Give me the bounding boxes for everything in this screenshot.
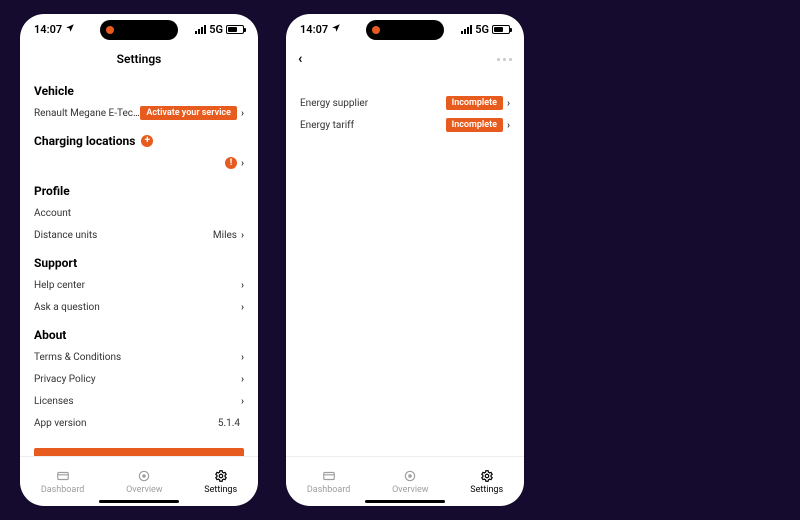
signal-icon — [195, 25, 206, 34]
tab-overview[interactable]: Overview — [126, 469, 162, 495]
tab-overview[interactable]: Overview — [392, 469, 428, 495]
incomplete-badge: Incomplete — [446, 118, 503, 132]
section-support: Support — [34, 256, 244, 270]
row-privacy[interactable]: Privacy Policy › — [34, 368, 244, 390]
chevron-right-icon: › — [241, 108, 244, 119]
page-title: Settings — [117, 52, 162, 66]
row-energy-supplier[interactable]: Energy supplier Incomplete › — [300, 92, 510, 114]
battery-icon — [226, 25, 244, 34]
row-ask-question[interactable]: Ask a question › — [34, 296, 244, 318]
back-button[interactable]: ‹ — [298, 51, 302, 67]
chevron-right-icon: › — [241, 396, 244, 407]
vehicle-name: Renault Megane E-Tech… — [34, 108, 140, 119]
sign-out-button[interactable]: Sign out — [34, 448, 244, 456]
overview-icon — [403, 469, 417, 483]
section-vehicle: Vehicle — [34, 84, 244, 98]
signal-icon — [461, 25, 472, 34]
row-app-version: App version 5.1.4 — [34, 412, 244, 434]
activate-service-button[interactable]: Activate your service — [140, 106, 237, 120]
chevron-right-icon: › — [241, 230, 244, 241]
settings-content: Vehicle Renault Megane E-Tech… Activate … — [20, 74, 258, 456]
chevron-right-icon: › — [507, 120, 510, 131]
version-value: 5.1.4 — [218, 418, 240, 429]
tab-settings[interactable]: Settings — [470, 469, 503, 495]
dashboard-icon — [56, 469, 70, 483]
dynamic-island — [366, 20, 444, 40]
warning-icon: ! — [225, 157, 237, 169]
status-time: 14:07 — [300, 23, 328, 36]
more-button[interactable] — [497, 58, 512, 61]
dashboard-icon — [322, 469, 336, 483]
row-vehicle[interactable]: Renault Megane E-Tech… Activate your ser… — [34, 102, 244, 124]
add-location-button[interactable]: + — [141, 135, 153, 147]
status-bar: 14:07 5G — [286, 14, 524, 44]
settings-icon — [214, 469, 228, 483]
row-account[interactable]: Account — [34, 202, 244, 224]
tab-dashboard[interactable]: Dashboard — [41, 469, 85, 495]
status-time: 14:07 — [34, 23, 62, 36]
chevron-right-icon: › — [507, 98, 510, 109]
status-bar: 14:07 5G — [20, 14, 258, 44]
settings-icon — [480, 469, 494, 483]
home-indicator — [365, 500, 445, 503]
location-icon — [65, 23, 75, 36]
row-energy-tariff[interactable]: Energy tariff Incomplete › — [300, 114, 510, 136]
section-profile: Profile — [34, 184, 244, 198]
chevron-right-icon: › — [241, 158, 244, 169]
section-about: About — [34, 328, 244, 342]
tab-dashboard[interactable]: Dashboard — [307, 469, 351, 495]
distance-value: Miles — [213, 230, 237, 241]
network-label: 5G — [475, 23, 489, 36]
network-label: 5G — [209, 23, 223, 36]
dynamic-island — [100, 20, 178, 40]
overview-icon — [137, 469, 151, 483]
row-charging-alert[interactable]: ! › — [34, 152, 244, 174]
chevron-right-icon: › — [241, 352, 244, 363]
row-help-center[interactable]: Help center › — [34, 274, 244, 296]
section-charging: Charging locations + — [34, 134, 244, 148]
chevron-right-icon: › — [241, 374, 244, 385]
location-icon — [331, 23, 341, 36]
battery-icon — [492, 25, 510, 34]
energy-content: Energy supplier Incomplete › Energy tari… — [286, 74, 524, 456]
nav-header: ‹ — [286, 44, 524, 74]
phone-energy: 14:07 5G ‹ Energy supplier Incomplete › — [286, 14, 524, 506]
chevron-right-icon: › — [241, 302, 244, 313]
nav-header: Settings — [20, 44, 258, 74]
tab-settings[interactable]: Settings — [204, 469, 237, 495]
phone-settings: 14:07 5G Settings Vehicle Renault Megane… — [20, 14, 258, 506]
tab-bar: Dashboard Overview Settings — [286, 456, 524, 506]
incomplete-badge: Incomplete — [446, 96, 503, 110]
row-terms[interactable]: Terms & Conditions › — [34, 346, 244, 368]
row-licenses[interactable]: Licenses › — [34, 390, 244, 412]
chevron-right-icon: › — [241, 280, 244, 291]
home-indicator — [99, 500, 179, 503]
tab-bar: Dashboard Overview Settings — [20, 456, 258, 506]
row-distance-units[interactable]: Distance units Miles › — [34, 224, 244, 246]
